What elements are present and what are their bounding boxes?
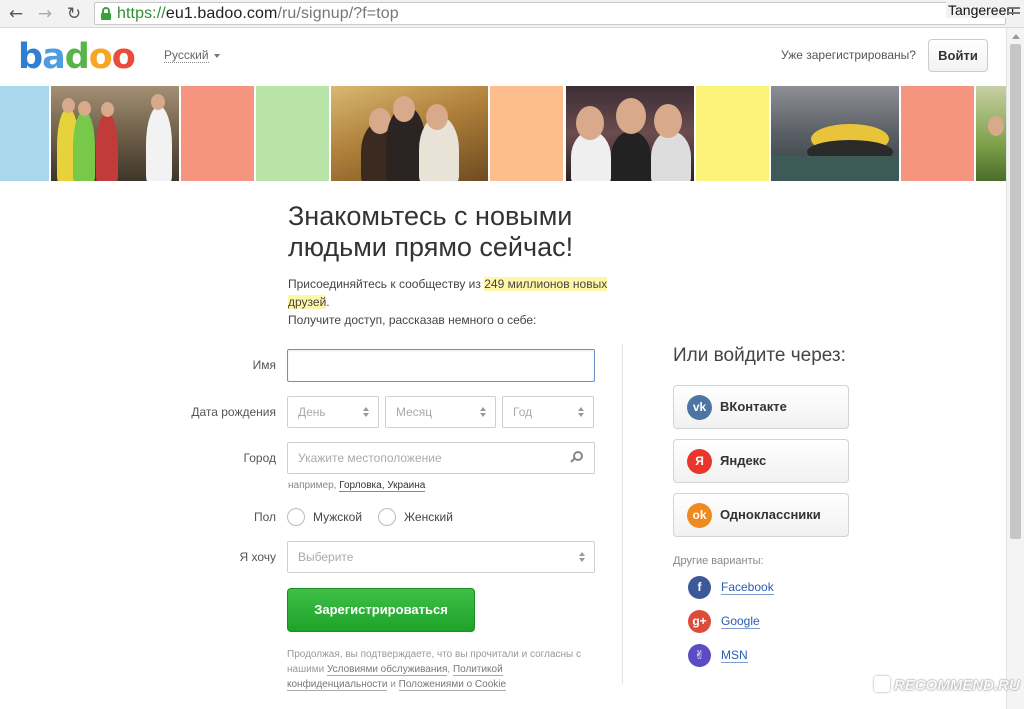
color-tile (901, 86, 974, 181)
browser-toolbar: ← → ↻ https://eu1.badoo.com/ru/signup/?f… (0, 0, 1024, 28)
member-photo (331, 86, 488, 181)
select-arrows-icon (578, 407, 584, 417)
section-divider (622, 344, 623, 684)
url-text[interactable]: https://eu1.badoo.com/ru/signup/?f=top (117, 5, 399, 23)
signup-lead-text: Присоединяйтесь к сообществу из 249 милл… (288, 277, 608, 327)
already-registered-text: Уже зарегистрированы? (781, 48, 916, 62)
msn-login-link[interactable]: MSN (721, 648, 748, 663)
google-login-link[interactable]: Google (721, 614, 760, 629)
color-tile (490, 86, 563, 181)
city-example: например, Горловка, Украина (288, 480, 426, 492)
gender-female-label[interactable]: Женский (404, 510, 453, 524)
odnoklassniki-login-button[interactable]: ok Одноклассники (673, 493, 849, 537)
facebook-icon[interactable]: f (688, 576, 711, 599)
odnoklassniki-icon: ok (687, 503, 712, 528)
member-photo (976, 86, 1006, 181)
city-label: Город (243, 451, 276, 465)
want-label: Я хочу (239, 550, 276, 564)
yandex-login-button[interactable]: Я Яндекс (673, 439, 849, 483)
badoo-logo[interactable]: badoo (18, 37, 136, 77)
register-button[interactable]: Зарегистрироваться (287, 588, 475, 632)
recommend-logo-icon (874, 676, 890, 692)
reload-icon[interactable]: ↻ (64, 4, 84, 24)
scroll-up-arrow-icon[interactable] (1012, 34, 1020, 39)
login-button[interactable]: Войти (928, 39, 988, 72)
msn-icon[interactable]: ✌ (688, 644, 711, 667)
birth-day-select[interactable]: День (287, 396, 379, 428)
search-icon[interactable] (570, 451, 585, 465)
yandex-icon: Я (687, 449, 712, 474)
city-input[interactable]: Укажите местоположение (287, 442, 595, 474)
photo-strip (0, 86, 1006, 181)
vkontakte-login-button[interactable]: vk ВКонтакте (673, 385, 849, 429)
want-select[interactable]: Выберите (287, 541, 595, 573)
member-photo (51, 86, 179, 181)
terms-of-service-link[interactable]: Условиями обслуживания (326, 664, 448, 676)
terms-text: Продолжая, вы подтверждаете, что вы проч… (287, 649, 581, 691)
browser-menu-icon[interactable] (1008, 7, 1020, 19)
color-tile (0, 86, 49, 181)
member-photo (771, 86, 899, 181)
address-bar[interactable]: https://eu1.badoo.com/ru/signup/?f=top (94, 2, 1006, 25)
cookie-policy-link[interactable]: Положениями о Cookie (398, 679, 507, 691)
site-header: badoo Русский Уже зарегистрированы? Войт… (0, 28, 1006, 86)
lock-icon (101, 7, 111, 20)
select-arrows-icon (480, 407, 486, 417)
facebook-login-link[interactable]: Facebook (721, 580, 774, 595)
forward-arrow-icon[interactable]: → (35, 4, 55, 24)
page-title: Знакомьтесь с новыми людьми прямо сейчас… (288, 201, 574, 262)
gender-male-label[interactable]: Мужской (313, 510, 362, 524)
birthdate-label: Дата рождения (191, 405, 276, 419)
scrollbar-thumb[interactable] (1010, 44, 1021, 539)
name-input[interactable] (287, 349, 595, 382)
city-example-link[interactable]: Горловка, Украина (339, 480, 426, 492)
social-login-title: Или войдите через: (673, 345, 846, 366)
select-arrows-icon (579, 552, 585, 562)
caret-down-icon (213, 53, 220, 58)
color-tile (696, 86, 769, 181)
back-arrow-icon[interactable]: ← (6, 4, 26, 24)
birth-month-select[interactable]: Месяц (385, 396, 496, 428)
color-tile (256, 86, 329, 181)
member-photo (566, 86, 694, 181)
other-options-title: Другие варианты: (673, 555, 764, 567)
birth-year-select[interactable]: Год (502, 396, 594, 428)
browser-profile-name[interactable]: Tangereen (946, 2, 1017, 18)
color-tile (181, 86, 254, 181)
vk-icon: vk (687, 395, 712, 420)
page-scrollbar[interactable] (1006, 28, 1024, 709)
recommend-watermark: RECOMMEND.RU (874, 676, 1020, 694)
name-label: Имя (252, 358, 276, 372)
select-arrows-icon (363, 407, 369, 417)
google-plus-icon[interactable]: g+ (688, 610, 711, 633)
gender-male-radio[interactable] (287, 508, 305, 526)
language-selector[interactable]: Русский (164, 48, 220, 63)
gender-label: Пол (253, 510, 276, 524)
gender-female-radio[interactable] (378, 508, 396, 526)
